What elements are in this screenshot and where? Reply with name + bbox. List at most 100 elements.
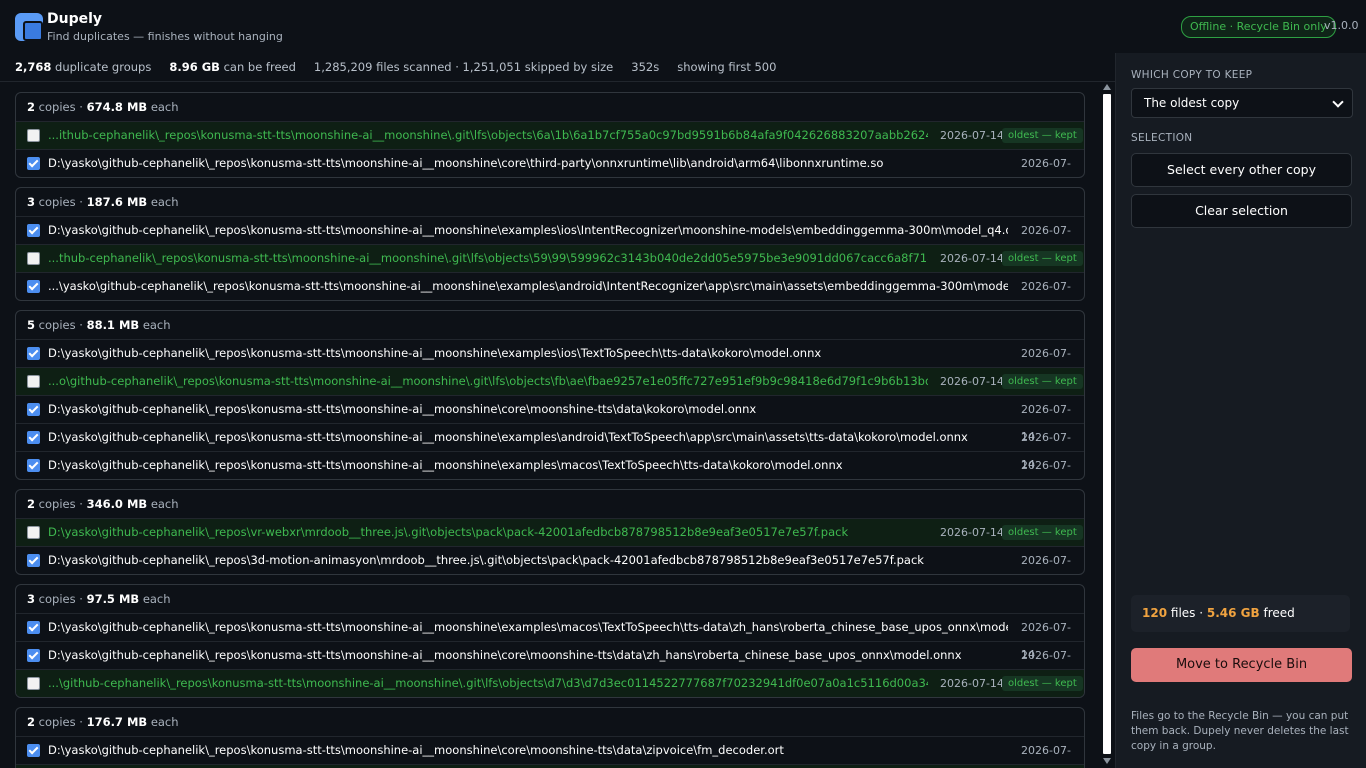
file-date: 2026-07-14: [1021, 459, 1071, 472]
file-path: D:\yasko\github-cephanelik\_repos\konusm…: [48, 743, 784, 757]
file-row[interactable]: D:\yasko\github-cephanelik\_repos\konusm…: [16, 424, 1084, 471]
group-copies-label: copies ·: [38, 715, 83, 729]
file-path: ...o\github-cephanelik\_repos\konusma-st…: [48, 374, 928, 388]
group-each-label: each: [150, 715, 179, 729]
kept-badge: oldest — kept: [1002, 251, 1083, 266]
file-select-checkbox[interactable]: [27, 554, 40, 567]
file-select-checkbox[interactable]: [27, 744, 40, 757]
group-file-size: 97.5 MB: [86, 592, 140, 606]
keep-copy-label: WHICH COPY TO KEEP: [1131, 69, 1253, 81]
file-select-checkbox[interactable]: [27, 621, 40, 634]
file-path: ...ithub-cephanelik\_repos\konusma-stt-t…: [48, 128, 928, 142]
file-row[interactable]: D:\yasko\github-cephanelik\_repos\konusm…: [16, 614, 1084, 661]
duplicate-group: 5 copies · 88.1 MB each D:\yasko\github-c…: [15, 310, 1085, 480]
file-row[interactable]: D:\yasko\github-cephanelik\_repos\konusm…: [16, 396, 1084, 443]
file-row-kept[interactable]: ...thub-cephanelik\_repos\konusma-stt-tt…: [16, 245, 1084, 273]
group-copies-label: copies ·: [38, 100, 83, 114]
file-select-checkbox[interactable]: [27, 649, 40, 662]
group-copy-count: 2: [27, 715, 36, 729]
file-date: 2026-07-14: [1021, 157, 1071, 170]
keep-copy-value: The oldest copy: [1144, 96, 1240, 110]
file-row[interactable]: ...\yasko\github-cephanelik\_repos\konus…: [16, 273, 1084, 300]
file-select-checkbox[interactable]: [27, 129, 40, 142]
group-each-label: each: [142, 592, 171, 606]
scroll-down-arrow-icon[interactable]: [1103, 758, 1111, 764]
file-date: 2026-07-14: [940, 252, 1004, 265]
file-path: D:\yasko\github-cephanelik\_repos\konusm…: [48, 648, 962, 662]
file-row-kept[interactable]: ...o\github-cephanelik\_repos\konusma-st…: [16, 368, 1084, 396]
group-header: 2 copies · 674.8 MB each: [16, 93, 1084, 122]
summary-size: 5.46 GB: [1206, 606, 1260, 620]
file-row-kept[interactable]: ...ithub-cephanelik\_repos\konusma-stt-t…: [16, 122, 1084, 150]
file-path: ...\github-cephanelik\_repos\konusma-stt…: [48, 676, 928, 690]
clear-selection-button[interactable]: Clear selection: [1131, 194, 1352, 228]
group-header: 3 copies · 187.6 MB each: [16, 188, 1084, 217]
file-path: D:\yasko\github-cephanelik\_repos\vr-web…: [48, 525, 849, 539]
file-select-checkbox[interactable]: [27, 431, 40, 444]
kept-badge: oldest — kept: [1002, 525, 1083, 540]
move-to-recycle-bin-button[interactable]: Move to Recycle Bin: [1131, 648, 1352, 682]
recycle-bin-note: Files go to the Recycle Bin — you can pu…: [1131, 710, 1349, 752]
file-date: 2026-07-14: [940, 526, 1004, 539]
file-date: 2026-07-14: [940, 677, 1004, 690]
duplicate-group-list: 2 copies · 674.8 MB each ...ithub-cephane…: [15, 92, 1085, 768]
dupely-logo-icon: [15, 13, 43, 41]
duplicate-group: 3 copies · 97.5 MB each D:\yasko\github-c…: [15, 584, 1085, 698]
file-path: ...thub-cephanelik\_repos\konusma-stt-tt…: [48, 251, 928, 265]
group-copy-count: 3: [27, 195, 36, 209]
group-copy-count: 2: [27, 100, 36, 114]
list-scrollbar[interactable]: [1100, 82, 1114, 768]
select-every-other-button[interactable]: Select every other copy: [1131, 153, 1352, 187]
scrollbar-thumb[interactable]: [1103, 94, 1111, 754]
file-date: 2026-07-14: [940, 375, 1004, 388]
file-row[interactable]: D:\yasko\github-cephanelik\_repos\konusm…: [16, 642, 1084, 689]
file-select-checkbox[interactable]: [27, 459, 40, 472]
group-copies-label: copies ·: [38, 497, 83, 511]
file-row[interactable]: D:\yasko\github-cephanelik\_repos\konusm…: [16, 737, 1084, 765]
file-row[interactable]: D:\yasko\github-cephanelik\_repos\3d-mot…: [16, 547, 1084, 574]
kept-badge: oldest — kept: [1002, 676, 1083, 691]
file-select-checkbox[interactable]: [27, 252, 40, 265]
file-row[interactable]: D:\yasko\github-cephanelik\_repos\konusm…: [16, 217, 1084, 264]
divider: [0, 81, 1115, 82]
group-header: 2 copies · 176.7 MB each: [16, 708, 1084, 737]
stat-freed: 8.96 GB can be freed: [169, 60, 296, 74]
file-select-checkbox[interactable]: [27, 677, 40, 690]
kept-badge: oldest — kept: [1002, 374, 1083, 389]
file-select-checkbox[interactable]: [27, 347, 40, 360]
file-select-checkbox[interactable]: [27, 375, 40, 388]
file-row-kept[interactable]: ...\github-cephanelik\_repos\konusma-stt…: [16, 670, 1084, 697]
file-path: D:\yasko\github-cephanelik\_repos\konusm…: [48, 620, 1008, 634]
file-row-kept[interactable]: D:\yasko\github-cephanelik\_repos\vr-web…: [16, 519, 1084, 547]
scroll-up-arrow-icon[interactable]: [1103, 84, 1111, 90]
file-path: D:\yasko\github-cephanelik\_repos\konusm…: [48, 156, 884, 170]
stat-scanned: 1,285,209 files scanned · 1,251,051 skip…: [313, 60, 614, 74]
file-select-checkbox[interactable]: [27, 280, 40, 293]
file-date: 2026-07-14: [1021, 744, 1071, 757]
duplicate-group: 2 copies · 346.0 MB each D:\yasko\github-…: [15, 489, 1085, 575]
file-select-checkbox[interactable]: [27, 403, 40, 416]
file-path: D:\yasko\github-cephanelik\_repos\konusm…: [48, 346, 822, 360]
scan-stats: 2,768 duplicate groups 8.96 GB can be fr…: [15, 60, 794, 76]
file-row[interactable]: D:\yasko\github-cephanelik\_repos\konusm…: [16, 150, 1084, 177]
group-each-label: each: [142, 318, 171, 332]
stat-showing: showing first 500: [677, 60, 777, 74]
file-date: 2026-07-14: [1021, 554, 1071, 567]
group-file-size: 88.1 MB: [86, 318, 140, 332]
file-select-checkbox[interactable]: [27, 224, 40, 237]
group-file-size: 176.7 MB: [86, 715, 148, 729]
keep-copy-select[interactable]: The oldest copy: [1131, 88, 1353, 118]
file-path: D:\yasko\github-cephanelik\_repos\konusm…: [48, 402, 757, 416]
duplicate-group: 2 copies · 176.7 MB each D:\yasko\github-…: [15, 707, 1085, 768]
kept-badge: oldest — kept: [1002, 128, 1083, 143]
file-select-checkbox[interactable]: [27, 526, 40, 539]
file-row[interactable]: D:\yasko\github-cephanelik\_repos\konusm…: [16, 340, 1084, 387]
file-select-checkbox[interactable]: [27, 157, 40, 170]
group-copies-label: copies ·: [38, 592, 83, 606]
summary-file-count: 120: [1142, 606, 1168, 620]
group-copies-label: copies ·: [38, 318, 83, 332]
file-path: D:\yasko\github-cephanelik\_repos\konusm…: [48, 223, 1008, 237]
file-row[interactable]: D:\yasko\github-cephanelik\_repos\konusm…: [16, 452, 1084, 479]
group-file-size: 346.0 MB: [86, 497, 148, 511]
version-label: v1.0.0: [1324, 19, 1359, 32]
